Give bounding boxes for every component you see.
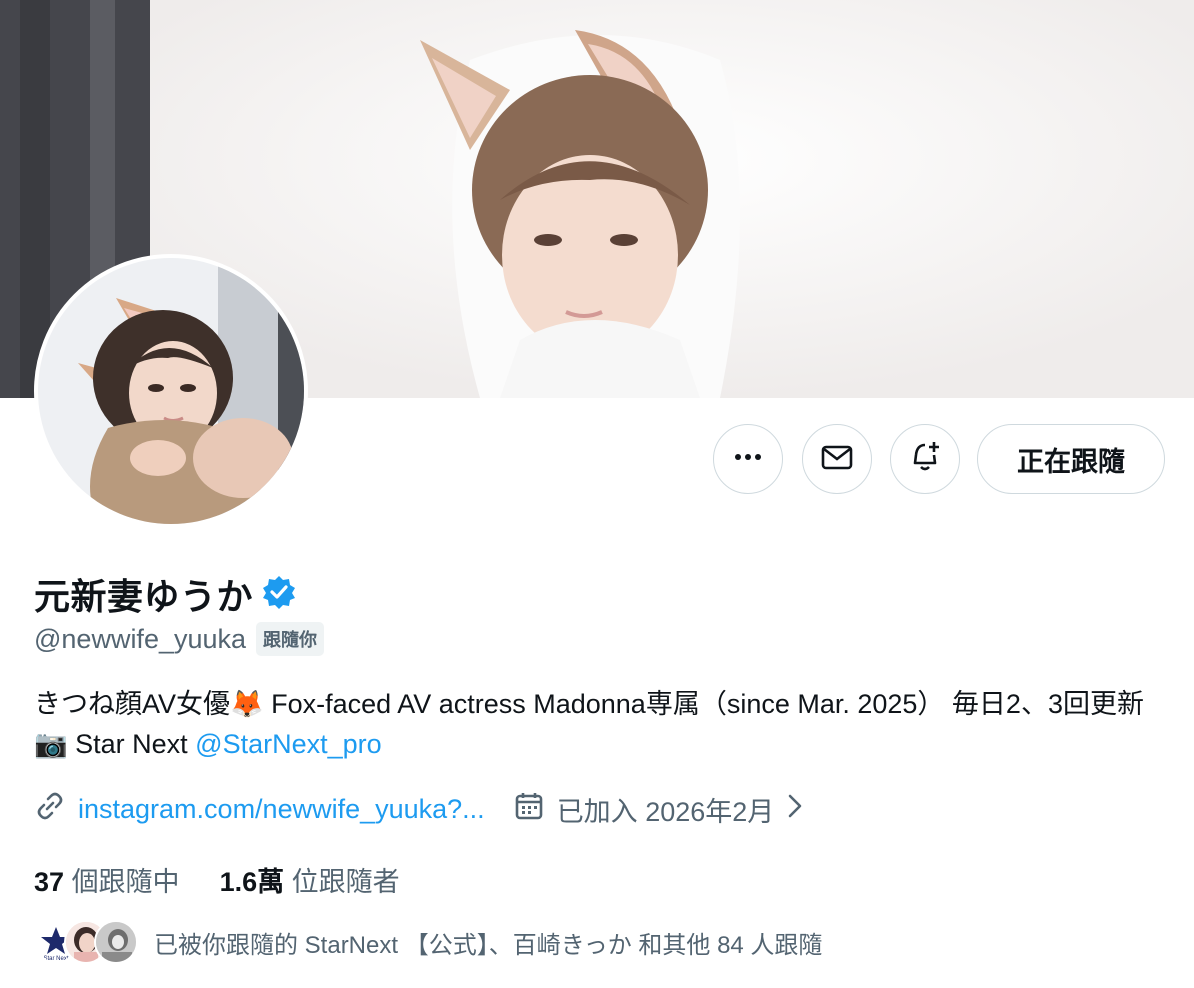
following-label: 個跟隨中 xyxy=(71,867,180,897)
link-icon xyxy=(34,790,66,829)
user-handle: @newwife_yuuka xyxy=(34,623,247,654)
display-name: 元新妻ゆうか xyxy=(34,576,254,617)
message-button[interactable] xyxy=(802,424,872,494)
follows-you-badge: 跟隨你 xyxy=(256,622,325,656)
followers-stat[interactable]: 1.6萬 位跟隨者 xyxy=(220,860,400,899)
bio-mention-link[interactable]: @StarNext_pro xyxy=(195,729,381,759)
followed-by-row[interactable]: Star Next 已被你跟隨的 StarNext 【公式】、百崎きっか 和其他… xyxy=(34,918,822,966)
followers-label: 位跟隨者 xyxy=(291,867,400,897)
avatar-photo xyxy=(38,258,304,524)
more-button[interactable] xyxy=(713,424,783,494)
profile-avatar[interactable] xyxy=(34,254,308,528)
more-icon xyxy=(732,441,764,478)
follow-stats: 37 個跟隨中 1.6萬 位跟隨者 xyxy=(34,860,440,899)
joined-date: 已加入 2026年2月 xyxy=(556,797,775,827)
name-row: 元新妻ゆうか xyxy=(34,568,297,620)
profile-website-link[interactable]: instagram.com/newwife_yuuka?... xyxy=(78,794,485,825)
mail-icon xyxy=(820,440,854,479)
followers-count: 1.6萬 xyxy=(219,867,285,897)
profile-bio: きつね顔AV女優🦊 Fox-faced AV actress Madonna専属… xyxy=(34,684,1154,764)
verified-badge-icon[interactable] xyxy=(261,574,297,615)
avatar-other xyxy=(94,920,138,964)
profile-meta: instagram.com/newwife_yuuka?... 已加入 2026… xyxy=(34,790,806,829)
bell-plus-icon xyxy=(907,439,943,480)
starnext-mini-label: Star Next xyxy=(43,956,68,962)
following-stat[interactable]: 37 個跟隨中 xyxy=(34,860,180,899)
followed-by-text: 已被你跟隨的 StarNext 【公式】、百崎きっか 和其他 84 人跟隨 xyxy=(154,931,823,959)
handle-row: @newwife_yuuka 跟隨你 xyxy=(34,622,325,656)
chevron-right-icon[interactable] xyxy=(784,792,806,827)
notify-button[interactable] xyxy=(890,424,960,494)
following-button[interactable]: 正在跟隨 xyxy=(977,424,1165,494)
following-count: 37 xyxy=(34,867,65,897)
mutual-avatars: Star Next xyxy=(34,918,144,966)
calendar-icon xyxy=(513,790,545,829)
